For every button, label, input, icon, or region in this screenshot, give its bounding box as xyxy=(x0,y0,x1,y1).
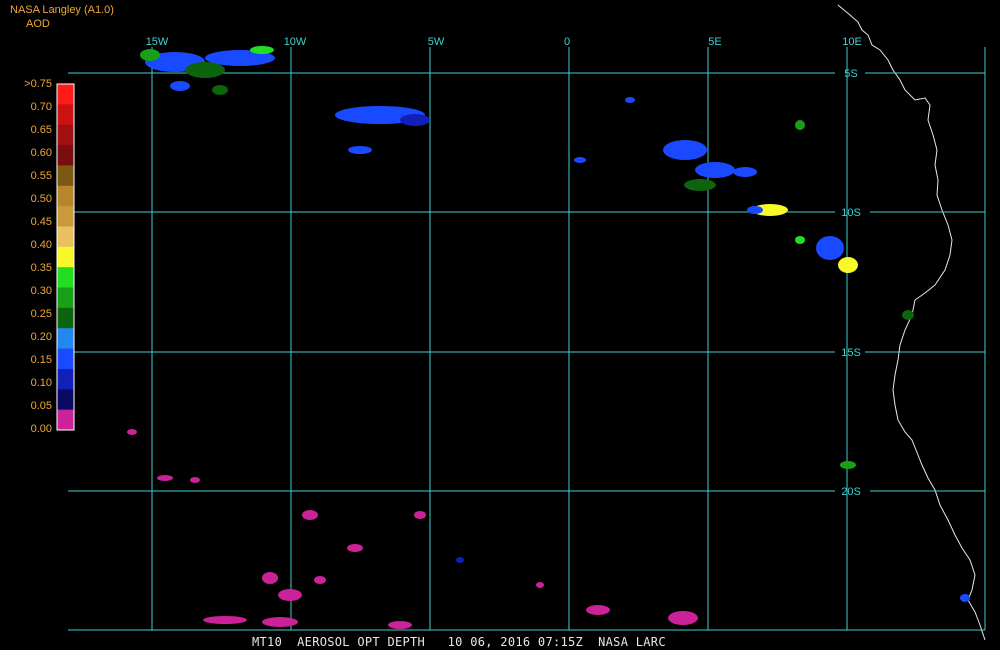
legend-swatch xyxy=(57,145,74,166)
legend-swatch xyxy=(57,104,74,126)
aod-patch xyxy=(795,120,805,130)
legend-label: 0.00 xyxy=(30,423,52,435)
aod-patch xyxy=(816,236,844,260)
lon-label: 10W xyxy=(284,36,307,48)
legend-label: 0.10 xyxy=(30,377,52,389)
legend-swatch xyxy=(57,409,74,431)
legend-label: 0.05 xyxy=(30,400,52,412)
legend-swatch xyxy=(57,246,74,268)
aod-patch xyxy=(536,582,544,588)
aod-patch xyxy=(347,544,363,552)
aod-patch xyxy=(733,167,757,177)
legend-swatch xyxy=(57,165,74,187)
aod-patch xyxy=(838,257,858,273)
aod-patch xyxy=(574,157,586,163)
aod-patch xyxy=(185,62,225,78)
legend-swatch xyxy=(57,287,74,309)
aod-patch xyxy=(960,594,970,602)
legend-swatch xyxy=(57,328,74,350)
aod-patch xyxy=(625,97,635,103)
aod-patch xyxy=(668,611,698,625)
legend-label: 0.40 xyxy=(30,239,52,251)
lon-label: 10E xyxy=(842,36,862,48)
legend-swatch xyxy=(57,185,74,207)
aod-patch xyxy=(414,511,426,519)
source-title: NASA Langley (A1.0) xyxy=(10,4,114,16)
aod-patch xyxy=(902,310,914,320)
product-footer: MT10 AEROSOL OPT DEPTH 10 06, 2016 07:15… xyxy=(252,635,666,649)
lon-label: 5W xyxy=(428,36,445,48)
legend-swatch xyxy=(57,206,74,227)
legend-label: 0.20 xyxy=(30,331,52,343)
legend-swatch xyxy=(57,307,74,329)
legend-label: 0.55 xyxy=(30,170,52,182)
lat-label: 15S xyxy=(841,347,861,359)
aod-patch xyxy=(456,557,464,563)
legend-swatch xyxy=(57,84,74,105)
aod-patch xyxy=(278,589,302,601)
lon-label: 15W xyxy=(146,36,169,48)
aod-patch xyxy=(348,146,372,154)
legend-colorbar xyxy=(56,83,75,431)
legend-label: 0.60 xyxy=(30,147,52,159)
aod-patch xyxy=(302,510,318,520)
legend-label: >0.75 xyxy=(24,78,52,90)
legend-swatch xyxy=(57,267,74,289)
aod-patch xyxy=(140,49,160,61)
aod-patch xyxy=(262,572,278,584)
aod-patch xyxy=(400,114,430,126)
legend-label: 0.45 xyxy=(30,216,52,228)
aod-patch xyxy=(388,621,412,629)
aod-patch xyxy=(203,616,247,624)
aod-patch xyxy=(840,461,856,469)
legend-label: 0.25 xyxy=(30,308,52,320)
legend-label: 0.65 xyxy=(30,124,52,136)
lon-label: 5E xyxy=(708,36,721,48)
legend-label: 0.50 xyxy=(30,193,52,205)
product-label: AOD xyxy=(26,18,50,30)
aod-patch xyxy=(157,475,173,481)
legend-label: 0.70 xyxy=(30,101,52,113)
legend-swatch xyxy=(57,368,74,390)
aod-map: 15W 10W 5W 0 5E 10E 5S 10S 15S 20S xyxy=(0,0,1000,650)
aod-patch xyxy=(212,85,228,95)
lat-label: 20S xyxy=(841,486,861,498)
aod-patch xyxy=(795,236,805,244)
lat-label: 5S xyxy=(844,68,857,80)
aod-patch xyxy=(262,617,298,627)
aod-patch xyxy=(314,576,326,584)
aod-patch xyxy=(190,477,200,483)
legend-label: 0.15 xyxy=(30,354,52,366)
aod-patch xyxy=(663,140,707,160)
aod-patch xyxy=(586,605,610,615)
lat-label: 10S xyxy=(841,207,861,219)
legend-label: 0.30 xyxy=(30,285,52,297)
aod-patch xyxy=(170,81,190,91)
map-background xyxy=(0,0,1000,650)
legend-swatch xyxy=(57,348,74,370)
legend-swatch xyxy=(57,389,74,411)
aod-patch xyxy=(250,46,274,54)
lon-label: 0 xyxy=(564,36,570,48)
legend-swatch xyxy=(57,124,74,146)
aod-patch xyxy=(695,162,735,178)
aod-patch xyxy=(684,179,716,191)
legend-label: 0.35 xyxy=(30,262,52,274)
aod-patch xyxy=(747,206,763,214)
legend-swatch xyxy=(57,226,74,248)
aod-patch xyxy=(127,429,137,435)
